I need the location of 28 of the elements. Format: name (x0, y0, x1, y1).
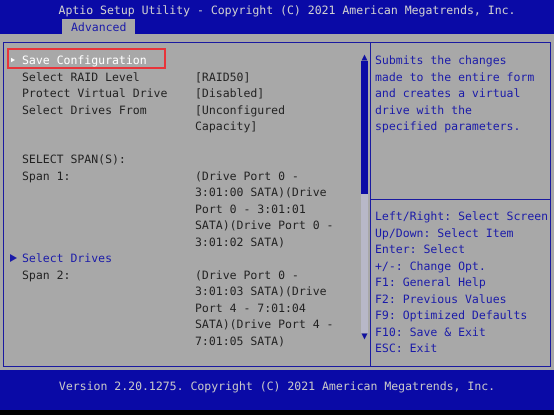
help-text: Submits the changes made to the entire form and creates a virtual drive with the specified parameters. (375, 52, 536, 134)
key-hint: ESC: Exit (375, 340, 438, 356)
section-label: Span 1: (22, 168, 72, 184)
tab[interactable]: Advanced (62, 18, 136, 36)
window-title: Aptio Setup Utility - Copyright (C) 2021 American Megatrends, Inc. (58, 2, 516, 18)
key-hint: +/-: Change Opt. (375, 258, 487, 274)
footer-text: Version 2.20.1275. Copyright (C) 2021 American Megatrends, Inc. (58, 378, 496, 395)
triangle-icon (11, 56, 15, 64)
menu-item[interactable]: Select Drives From (22, 102, 195, 134)
option-value[interactable]: [Disabled] (195, 85, 336, 102)
section-label: Span 2: (22, 266, 72, 284)
key-hint: F9: Optimized Defaults (375, 307, 528, 324)
scroll-thumb[interactable] (360, 61, 368, 194)
key-hint: Enter: Select (375, 241, 466, 258)
triangle-icon (10, 254, 16, 262)
key-hint: F10: Save & Exit (375, 324, 487, 340)
key-hint: F1: General Help (375, 274, 487, 290)
key-hint: Up/Down: Select Item (375, 224, 514, 241)
menu-item[interactable]: Select Drives (22, 250, 195, 266)
section-label: SELECT SPAN(S): (22, 151, 127, 168)
key-hint: F2: Previous Values (375, 290, 508, 307)
option-value[interactable]: [Unconfigured Capacity] (195, 102, 336, 134)
menu-item[interactable]: Protect Virtual Drive (22, 85, 195, 102)
span-drives-text: (Drive Port 0 - 3:01:00 SATA)(Drive Port 0 - 3:01:01 SATA)(Drive Port 0 - 3:01:02 SATA) (195, 168, 334, 250)
menu-item[interactable]: Select RAID Level (22, 68, 195, 85)
span-drives-text: (Drive Port 0 - 3:01:03 SATA)(Drive Port 4 - 7:01:04 SATA)(Drive Port 4 - 7:01:05 SATA) (195, 266, 334, 349)
option-value[interactable]: [RAID50] (195, 68, 336, 85)
key-hint: Left/Right: Select Screen (375, 208, 550, 224)
